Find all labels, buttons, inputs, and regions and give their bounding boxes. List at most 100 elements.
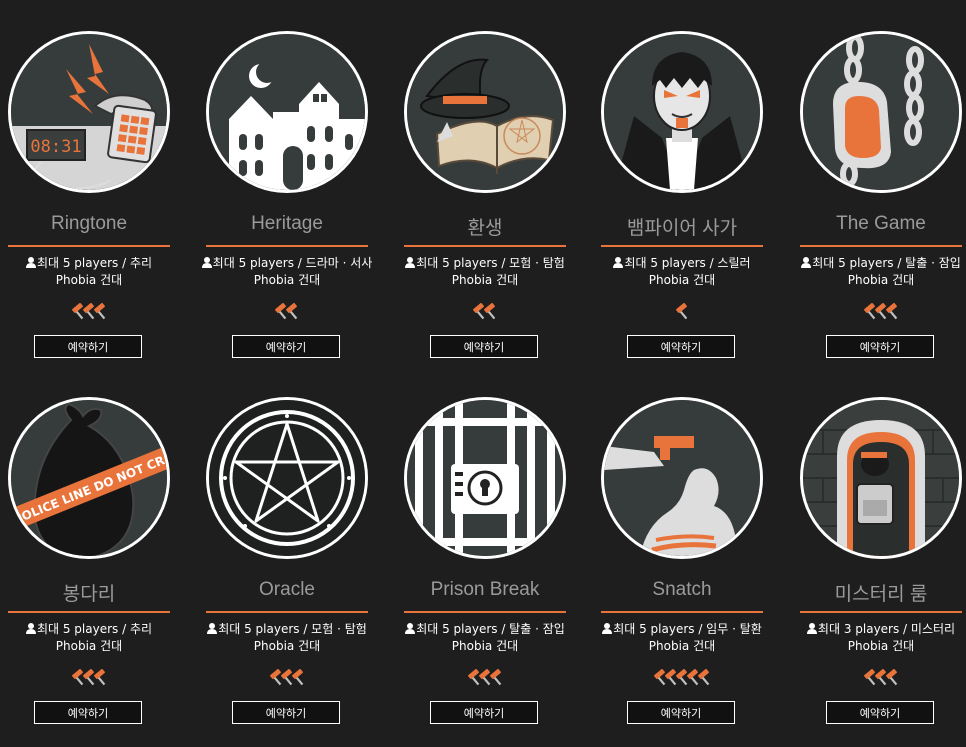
reserve-button[interactable]: 예약하기 xyxy=(232,701,340,724)
theme-title: 봉다리 xyxy=(62,584,116,605)
players-info: 최대 5 players / 탈출 · 잠입 xyxy=(812,256,961,270)
reserve-button[interactable]: 예약하기 xyxy=(430,701,538,724)
hammer-icon xyxy=(489,669,501,686)
players-info: 최대 5 players / 탈출 · 잠입 xyxy=(416,622,565,636)
title-divider xyxy=(601,245,763,247)
prison-break-art[interactable] xyxy=(404,397,566,559)
theme-title: Prison Break xyxy=(430,579,540,600)
clock-display: 08:31 xyxy=(30,137,81,157)
theme-meta: 최대 5 players / 드라마 · 서사 Phobia 건대 xyxy=(198,255,376,289)
hammer-icon xyxy=(885,669,897,686)
theme-meta: 최대 5 players / 탈출 · 잠입 Phobia 건대 xyxy=(396,621,574,655)
person-icon xyxy=(207,623,218,634)
title-divider xyxy=(8,245,170,247)
heritage-art[interactable] xyxy=(206,31,368,193)
person-icon xyxy=(602,623,613,634)
hammer-icon xyxy=(291,669,303,686)
person-icon xyxy=(25,257,36,268)
rebirth-art[interactable] xyxy=(404,31,566,193)
reserve-button[interactable]: 예약하기 xyxy=(826,701,934,724)
theme-meta: 최대 5 players / 추리 Phobia 건대 xyxy=(0,255,178,289)
theme-meta: 최대 5 players / 모험 · 탐험 Phobia 건대 xyxy=(198,621,376,655)
bongdari-art[interactable]: POLICE LINE DO NOT CR xyxy=(8,397,170,559)
players-info: 최대 5 players / 임무 · 탈환 xyxy=(613,622,762,636)
title-divider xyxy=(206,245,368,247)
players-info: 최대 5 players / 드라마 · 서사 xyxy=(212,256,373,270)
person-icon xyxy=(613,257,624,268)
vampire-art[interactable] xyxy=(601,31,763,193)
venue: Phobia 건대 xyxy=(253,639,321,653)
theme-title: Snatch xyxy=(652,579,712,600)
theme-card-rebirth: 환생 최대 5 players / 모험 · 탐험 Phobia 건대 예약하기 xyxy=(404,31,566,381)
theme-card-bongdari: POLICE LINE DO NOT CR 봉다리 최대 5 players /… xyxy=(8,397,170,747)
mystery-room-art[interactable] xyxy=(800,397,962,559)
venue: Phobia 건대 xyxy=(55,639,123,653)
venue: Phobia 건대 xyxy=(648,273,716,287)
difficulty-rating xyxy=(8,303,170,325)
theme-title: Heritage xyxy=(251,213,323,234)
difficulty-rating xyxy=(601,303,763,325)
reserve-button[interactable]: 예약하기 xyxy=(34,335,142,358)
venue: Phobia 건대 xyxy=(847,273,915,287)
person-icon xyxy=(25,623,36,634)
person-icon xyxy=(806,623,817,634)
theme-title: The Game xyxy=(836,213,926,234)
theme-meta: 최대 3 players / 미스터리 Phobia 건대 xyxy=(792,621,966,655)
theme-title: Oracle xyxy=(259,579,315,600)
theme-card-heritage: Heritage 최대 5 players / 드라마 · 서사 Phobia … xyxy=(201,31,372,381)
oracle-art[interactable] xyxy=(206,397,368,559)
reserve-button[interactable]: 예약하기 xyxy=(627,701,735,724)
hammer-icon xyxy=(286,303,298,320)
theme-card-vampire: 뱀파이어 사가 최대 5 players / 스릴러 Phobia 건대 예약하… xyxy=(601,31,763,381)
players-info: 최대 5 players / 추리 xyxy=(36,256,153,270)
reserve-button[interactable]: 예약하기 xyxy=(232,335,340,358)
reserve-button[interactable]: 예약하기 xyxy=(34,701,142,724)
hammer-icon xyxy=(675,303,687,320)
reserve-button[interactable]: 예약하기 xyxy=(826,335,934,358)
hammer-icon xyxy=(697,669,709,686)
theme-meta: 최대 5 players / 스릴러 Phobia 건대 xyxy=(593,255,771,289)
theme-meta: 최대 5 players / 추리 Phobia 건대 xyxy=(0,621,178,655)
person-icon xyxy=(405,623,416,634)
players-info: 최대 5 players / 모험 · 탐험 xyxy=(416,256,565,270)
theme-title: 미스터리 룸 xyxy=(834,584,928,605)
difficulty-rating xyxy=(800,303,962,325)
theme-card-oracle: Oracle 최대 5 players / 모험 · 탐험 Phobia 건대 … xyxy=(206,397,368,747)
title-divider xyxy=(206,611,368,613)
hammer-icon xyxy=(885,303,897,320)
theme-card-prison-break: Prison Break 최대 5 players / 탈출 · 잠입 Phob… xyxy=(404,397,566,747)
title-divider xyxy=(800,245,962,247)
players-info: 최대 3 players / 미스터리 xyxy=(817,622,956,636)
theme-meta: 최대 5 players / 임무 · 탈환 Phobia 건대 xyxy=(593,621,771,655)
title-divider xyxy=(601,611,763,613)
title-divider xyxy=(8,611,170,613)
venue: Phobia 건대 xyxy=(847,639,915,653)
hammer-icon xyxy=(93,303,105,320)
hammer-icon xyxy=(93,669,105,686)
theme-card-ringtone: 08:31 Ringtone 최대 5 players / 추리 Phobia … xyxy=(8,31,170,381)
difficulty-rating xyxy=(404,669,566,691)
difficulty-rating xyxy=(404,303,566,325)
theme-card-snatch: Snatch 최대 5 players / 임무 · 탈환 Phobia 건대 … xyxy=(601,397,763,747)
players-info: 최대 5 players / 스릴러 xyxy=(624,256,751,270)
title-divider xyxy=(404,245,566,247)
venue: Phobia 건대 xyxy=(648,639,716,653)
venue: Phobia 건대 xyxy=(451,273,519,287)
venue: Phobia 건대 xyxy=(55,273,123,287)
theme-title: 환생 xyxy=(467,218,503,239)
reserve-button[interactable]: 예약하기 xyxy=(430,335,538,358)
players-info: 최대 5 players / 추리 xyxy=(36,622,153,636)
difficulty-rating xyxy=(601,669,763,691)
venue: Phobia 건대 xyxy=(253,273,321,287)
difficulty-rating xyxy=(8,669,170,691)
theme-card-mystery-room: 미스터리 룸 최대 3 players / 미스터리 Phobia 건대 예약하… xyxy=(800,397,962,747)
person-icon xyxy=(405,257,416,268)
difficulty-rating xyxy=(206,669,368,691)
ringtone-art[interactable]: 08:31 xyxy=(8,31,170,193)
reserve-button[interactable]: 예약하기 xyxy=(627,335,735,358)
theme-meta: 최대 5 players / 탈출 · 잠입 Phobia 건대 xyxy=(792,255,966,289)
snatch-art[interactable] xyxy=(601,397,763,559)
the-game-art[interactable] xyxy=(800,31,962,193)
difficulty-rating xyxy=(800,669,962,691)
theme-card-the-game: The Game 최대 5 players / 탈출 · 잠입 Phobia 건… xyxy=(800,31,962,381)
